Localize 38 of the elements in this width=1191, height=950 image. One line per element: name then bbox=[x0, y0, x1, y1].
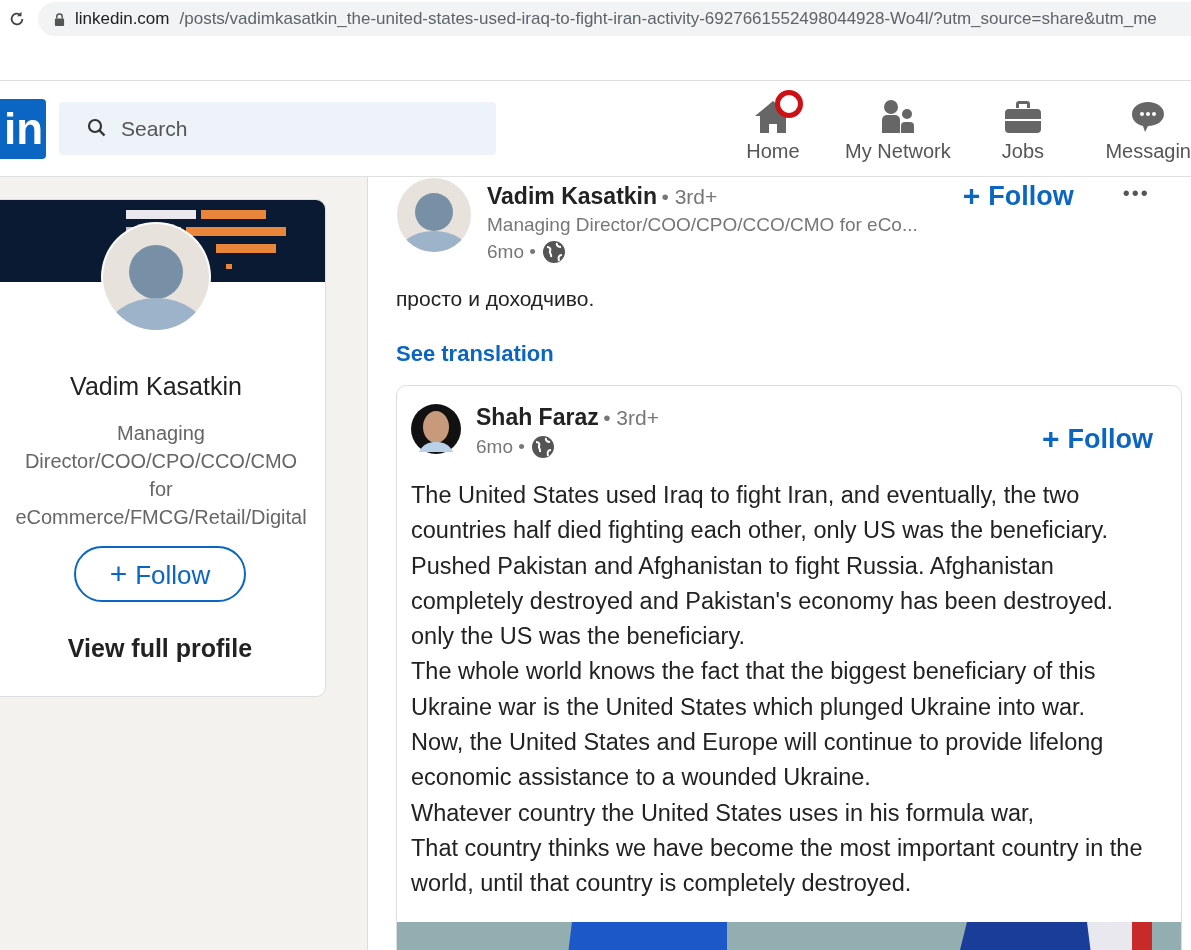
follow-button[interactable]: + Follow bbox=[954, 175, 1082, 217]
author-name[interactable]: Shah Faraz bbox=[476, 404, 599, 430]
nav-item[interactable]: Jobs bbox=[960, 94, 1086, 163]
nav-item[interactable]: Home bbox=[710, 94, 836, 163]
avatar[interactable] bbox=[411, 404, 461, 454]
people-icon bbox=[879, 98, 916, 134]
view-profile-link[interactable]: View full profile bbox=[67, 634, 253, 663]
lock-icon bbox=[54, 12, 65, 26]
author-name[interactable]: Vadim Kasatkin bbox=[487, 183, 658, 209]
profile-headline: Managing Director/COO/CPO/CCO/CMO for eCommerce/FMCG/Retail/Digital bbox=[14, 421, 308, 530]
follow-button[interactable]: + Follow bbox=[74, 546, 246, 602]
globe-icon bbox=[541, 240, 566, 264]
post-time: 6mo • bbox=[476, 436, 525, 458]
post-paragraph: Whatever country the United States uses in his formula war, bbox=[411, 798, 1036, 828]
post-text: просто и доходчиво. bbox=[396, 287, 596, 311]
connection-degree: • 3rd+ bbox=[661, 185, 718, 208]
profile-name[interactable]: Vadim Kasatkin bbox=[70, 372, 242, 401]
chat-icon bbox=[1130, 100, 1167, 134]
post-paragraph: The United States used Iraq to fight Iran, and eventually, the two countries half died fighting each other, only US was the beneficiary. bbox=[411, 481, 1110, 546]
post-paragraph: That country thinks we have become the most important country in the world, until that country is completely destroyed. bbox=[411, 833, 1144, 899]
nav-item[interactable]: Messagin bbox=[1105, 94, 1191, 163]
post-paragraph: The whole world knows the fact that the biggest beneficiary of this Ukraine war is the United States which plunged Ukraine into war. bbox=[411, 657, 1097, 722]
briefcase-icon bbox=[1003, 100, 1042, 134]
nav-item[interactable]: My Network bbox=[835, 94, 961, 163]
author-headline: Managing Director/COO/CPO/CCO/CMO for eCo... bbox=[487, 214, 918, 236]
logo[interactable]: in bbox=[0, 98, 46, 159]
search-field[interactable]: Search bbox=[59, 102, 496, 155]
address-bar[interactable]: linkedin.com /posts/vadimkasatkin_the-united-states-used-iraq-to-fight-iran-activity-6927661552498044928-Wo4l/?utm_source=share&utm_me bbox=[38, 2, 1191, 36]
see-translation-link[interactable]: See translation bbox=[396, 341, 1191, 367]
connection-degree: • 3rd+ bbox=[603, 406, 659, 429]
more-button[interactable]: ••• bbox=[1116, 181, 1156, 206]
search-icon bbox=[87, 118, 107, 138]
post-paragraph: Now, the United States and Europe will continue to provide lifelong economic assistance to a wounded Ukraine. bbox=[411, 728, 1105, 793]
post-paragraph: Pushed Pakistan and Afghanistan to fight Russia. Afghanistan completely destroyed and Pakistan's economy has been destroyed. only the US was the beneficiary. bbox=[411, 551, 1115, 652]
post-time: 6mo • bbox=[487, 241, 536, 263]
reload-icon[interactable] bbox=[8, 10, 26, 28]
globe-icon bbox=[530, 435, 555, 459]
follow-button[interactable]: + Follow bbox=[1034, 418, 1161, 460]
